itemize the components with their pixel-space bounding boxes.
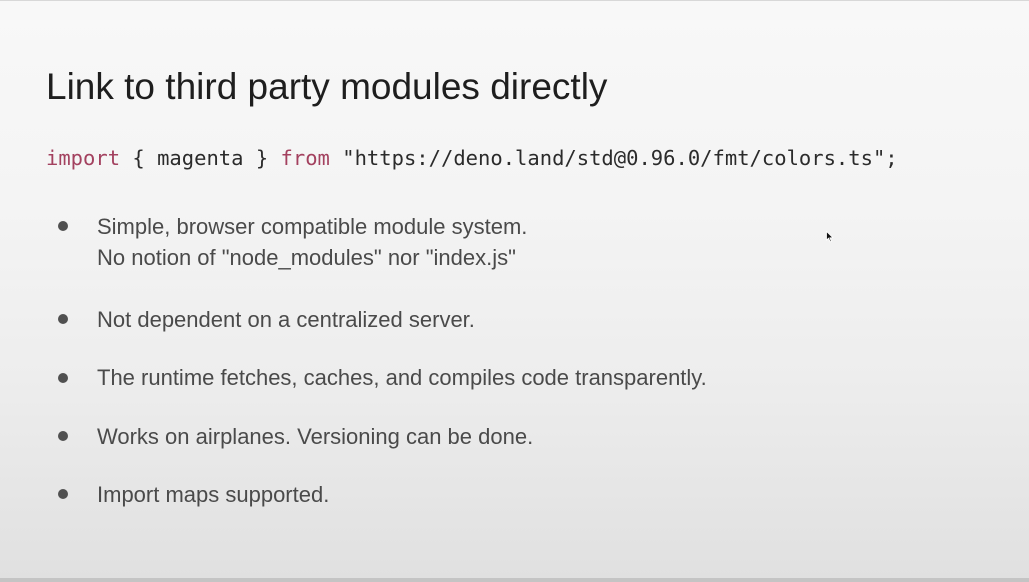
presentation-slide: Link to third party modules directly imp…: [0, 0, 1029, 582]
code-brace-close: }: [243, 146, 281, 170]
bullet-dot-icon: [58, 489, 68, 499]
code-snippet: import { magenta } from "https://deno.la…: [46, 142, 898, 174]
bullet-line: No notion of "node_modules" nor "index.j…: [97, 245, 516, 270]
bullet-text: Simple, browser compatible module system…: [97, 211, 527, 273]
code-identifier: magenta: [157, 146, 244, 170]
code-brace-open: {: [120, 146, 158, 170]
bullet-dot-icon: [58, 373, 68, 383]
bullet-text: The runtime fetches, caches, and compile…: [97, 365, 707, 390]
bullet-line: Simple, browser compatible module system…: [97, 214, 528, 239]
slide-title: Link to third party modules directly: [46, 66, 608, 107]
bullet-text: Import maps supported.: [97, 482, 330, 507]
bullet-dot-icon: [58, 221, 68, 231]
code-keyword-import: import: [46, 146, 121, 170]
bullet-dot-icon: [58, 431, 68, 441]
code-module-url: "https://deno.land/std@0.96.0/fmt/colors…: [342, 146, 898, 170]
code-keyword-from: from: [280, 146, 330, 170]
bullet-dot-icon: [58, 314, 68, 324]
bullet-text: Not dependent on a centralized server.: [97, 307, 475, 332]
bullet-text: Works on airplanes. Versioning can be do…: [97, 424, 534, 449]
